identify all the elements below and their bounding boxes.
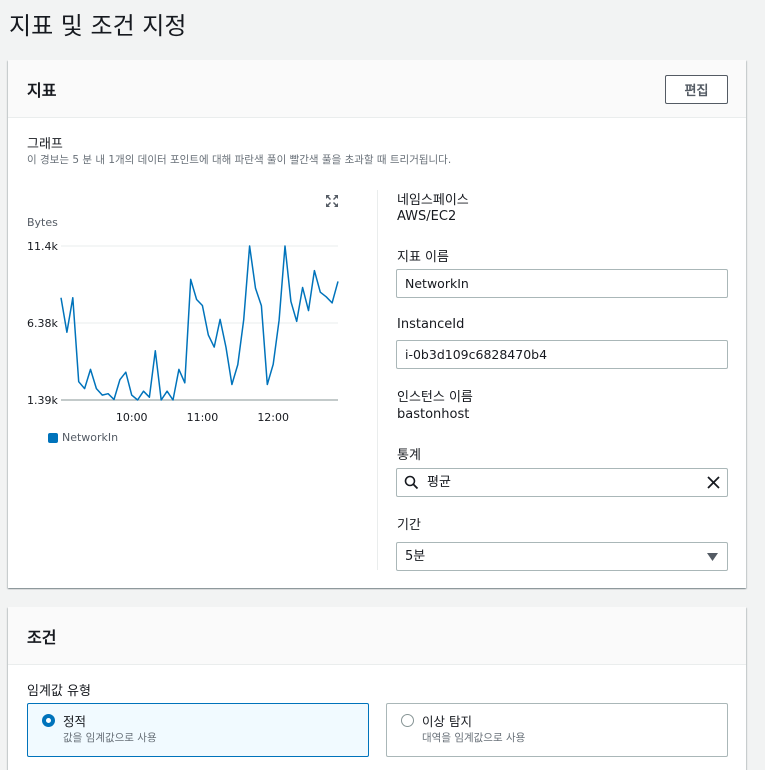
x-tick-label: 10:00 <box>116 411 148 424</box>
namespace-value: AWS/EC2 <box>397 209 457 224</box>
expand-icon[interactable] <box>325 194 339 208</box>
namespace-label: 네임스페이스 <box>397 193 469 208</box>
statistic-value: 평균 <box>427 475 451 490</box>
radio-anomaly-detection[interactable]: 이상 탐지 대역을 임계값으로 사용 <box>386 703 728 757</box>
statistic-label: 통계 <box>397 448 421 463</box>
radio-button-anomaly-detection[interactable] <box>401 714 414 727</box>
metrics-panel-title: 지표 <box>27 81 57 100</box>
y-tick-label: 11.4k <box>27 240 58 253</box>
radio-static-title: 정적 <box>63 714 87 729</box>
conditions-panel: 조건 임계값 유형 정적 값을 임계값으로 사용 이상 탐지 대역을 임계값으로… <box>8 607 746 770</box>
instance-name-value: bastonhost <box>397 407 470 422</box>
network-in-chart: Bytes 11.4k 6.38k 1.39k 10:00 11:00 12:00 <box>27 216 339 424</box>
radio-button-static[interactable] <box>42 714 55 727</box>
period-value: 5분 <box>405 549 426 564</box>
legend-swatch <box>48 433 58 443</box>
statistic-search-input[interactable]: 평균 <box>396 468 728 497</box>
instance-name-label: 인스턴스 이름 <box>397 390 473 405</box>
page-title: 지표 및 조건 지정 <box>9 12 187 40</box>
edit-button[interactable]: 편집 <box>665 75 728 104</box>
period-select[interactable]: 5분 <box>396 542 728 571</box>
y-tick-label: 1.39k <box>27 394 58 407</box>
y-tick-label: 6.38k <box>27 317 58 330</box>
graph-title: 그래프 <box>27 137 63 152</box>
metrics-panel-header: 지표 편집 <box>8 60 746 118</box>
threshold-type-label: 임계값 유형 <box>27 684 91 699</box>
metric-name-label: 지표 이름 <box>397 250 449 265</box>
graph-description: 이 경보는 5 분 내 1개의 데이터 포인트에 대해 파란색 풀이 빨간색 풀… <box>27 154 452 166</box>
radio-static[interactable]: 정적 값을 임계값으로 사용 <box>27 703 369 757</box>
column-divider <box>377 190 378 570</box>
radio-anomaly-title: 이상 탐지 <box>422 714 472 729</box>
caret-down-icon <box>707 553 718 561</box>
radio-static-subtitle: 값을 임계값으로 사용 <box>63 732 157 744</box>
metric-name-input[interactable]: NetworkIn <box>396 269 728 298</box>
x-tick-label: 12:00 <box>257 411 289 424</box>
instance-id-label: InstanceId <box>397 317 465 332</box>
y-axis-label: Bytes <box>27 216 58 229</box>
conditions-panel-title: 조건 <box>27 628 57 647</box>
period-label: 기간 <box>397 518 421 533</box>
search-icon <box>404 475 419 490</box>
clear-icon[interactable] <box>706 475 721 490</box>
instance-id-input[interactable]: i-0b3d109c6828470b4 <box>396 340 728 369</box>
x-tick-label: 11:00 <box>187 411 219 424</box>
legend-label-networkin: NetworkIn <box>62 431 119 444</box>
metrics-panel: 지표 편집 그래프 이 경보는 5 분 내 1개의 데이터 포인트에 대해 파란… <box>8 60 746 588</box>
conditions-panel-header: 조건 <box>8 607 746 665</box>
radio-anomaly-subtitle: 대역을 임계값으로 사용 <box>422 732 526 744</box>
